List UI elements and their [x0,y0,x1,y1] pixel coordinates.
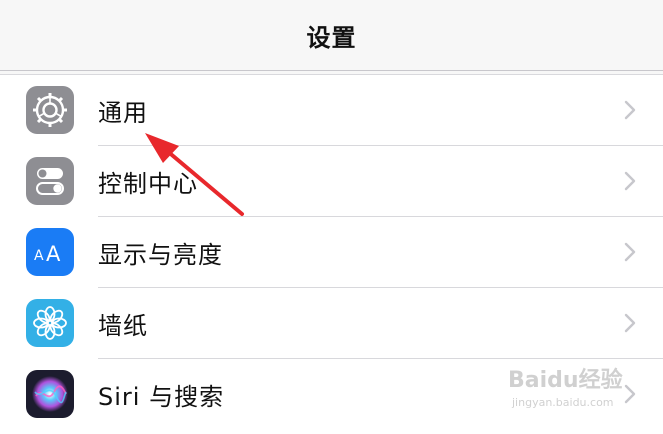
settings-item-label: 显示与亮度 [98,241,223,269]
settings-item-wallpaper[interactable]: 墙纸 [0,288,663,359]
settings-item-control-center[interactable]: 控制中心 [0,146,663,217]
settings-item-label: 控制中心 [98,170,198,198]
chevron-right-icon [624,313,636,333]
flower-icon [26,299,74,347]
chevron-right-icon [624,171,636,191]
settings-item-display-brightness[interactable]: A A 显示与亮度 [0,217,663,288]
page-title: 设置 [306,23,357,52]
siri-icon [26,370,74,418]
nav-bar: 设置 [0,0,663,71]
settings-item-general[interactable]: 通用 [0,75,663,146]
settings-item-label: 墙纸 [98,312,148,340]
chevron-right-icon [624,384,636,404]
svg-text:A: A [46,242,61,266]
toggles-icon [26,157,74,205]
gear-icon [26,86,74,134]
settings-item-label: Siri 与搜索 [98,383,225,411]
settings-item-label: 通用 [98,99,148,127]
chevron-right-icon [624,242,636,262]
settings-item-siri-search[interactable]: Siri 与搜索 [0,359,663,430]
aa-icon: A A [26,228,74,276]
settings-list: 通用 控制中心 A A 显示与亮度 墙纸 Siri 与搜索 [0,74,663,434]
chevron-right-icon [624,100,636,120]
svg-text:A: A [34,248,44,264]
